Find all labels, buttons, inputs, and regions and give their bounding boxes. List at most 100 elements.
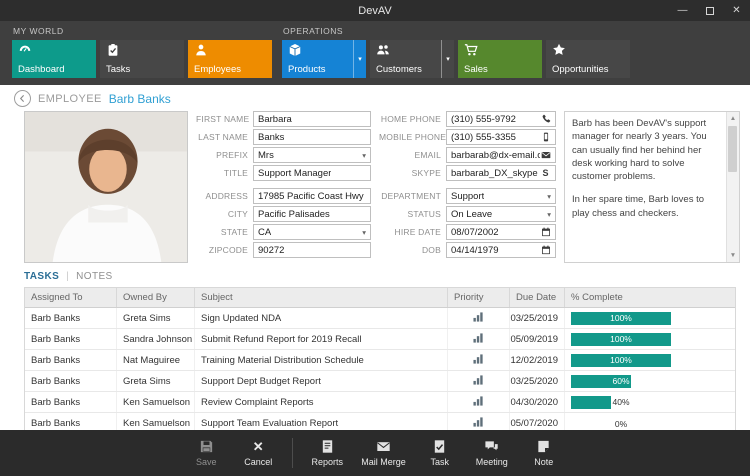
prefix-field[interactable]: Mrs▾ bbox=[253, 147, 371, 163]
column-header-due-date[interactable]: Due Date bbox=[510, 288, 565, 307]
priority-icon bbox=[448, 413, 510, 430]
tile-tasks[interactable]: Tasks bbox=[100, 40, 184, 78]
sales-icon bbox=[464, 43, 478, 57]
column-header-assigned-to[interactable]: Assigned To bbox=[25, 288, 117, 307]
tile-label: Employees bbox=[194, 65, 268, 75]
cell-owned-by: Nat Maguiree bbox=[117, 350, 195, 370]
last-name-field[interactable]: Banks bbox=[253, 129, 371, 145]
scrollbar-thumb[interactable] bbox=[728, 126, 737, 172]
record-type-label: EMPLOYEE bbox=[38, 93, 102, 105]
column-header-priority[interactable]: Priority bbox=[448, 288, 510, 307]
cell-percent-complete: 100% bbox=[565, 329, 735, 349]
mobile-phone-icon[interactable] bbox=[540, 132, 551, 143]
chevron-down-icon[interactable]: ▾ bbox=[362, 228, 366, 237]
cell-owned-by: Ken Samuelson bbox=[117, 413, 195, 430]
minimize-icon: — bbox=[678, 5, 688, 16]
report-icon bbox=[320, 439, 335, 454]
column-header-subject[interactable]: Subject bbox=[195, 288, 448, 307]
zipcode-field[interactable]: 90272 bbox=[253, 242, 371, 258]
hire-date-field[interactable]: 08/07/2002 bbox=[446, 224, 556, 240]
email-icon[interactable] bbox=[540, 150, 551, 161]
tile-employees[interactable]: Employees bbox=[188, 40, 272, 78]
save-button[interactable]: Save bbox=[180, 432, 232, 474]
tile-opportunities[interactable]: Opportunities bbox=[546, 40, 630, 78]
field-label: MOBILE PHONE bbox=[379, 132, 441, 142]
chevron-down-icon[interactable]: ▾ bbox=[362, 151, 366, 160]
mobile-phone-field[interactable]: (310) 555-3355 bbox=[446, 129, 556, 145]
table-row[interactable]: Barb BanksSandra JohnsonSubmit Refund Re… bbox=[25, 329, 735, 350]
envelope-icon bbox=[376, 439, 391, 454]
app-window: DevAV — ✕ MY WORLD Dashboard Tasks bbox=[0, 0, 750, 476]
title-field[interactable]: Support Manager bbox=[253, 165, 371, 181]
city-field[interactable]: Pacific Palisades bbox=[253, 206, 371, 222]
first-name-field[interactable]: Barbara bbox=[253, 111, 371, 127]
minimize-button[interactable]: — bbox=[669, 0, 696, 21]
phone-icon[interactable] bbox=[540, 114, 551, 125]
tile-label: Dashboard bbox=[18, 65, 92, 75]
cell-percent-complete: 40% bbox=[565, 392, 735, 412]
mail-merge-button[interactable]: Mail Merge bbox=[353, 432, 414, 474]
customers-icon bbox=[376, 43, 390, 57]
cell-subject: Sign Updated NDA bbox=[195, 308, 448, 328]
calendar-icon[interactable] bbox=[540, 245, 551, 256]
dob-field[interactable]: 04/14/1979 bbox=[446, 242, 556, 258]
email-field[interactable]: barbarab@dx-email.com bbox=[446, 147, 556, 163]
maximize-button[interactable] bbox=[696, 0, 723, 21]
table-row[interactable]: Barb BanksNat MaguireeTraining Material … bbox=[25, 350, 735, 371]
close-button[interactable]: ✕ bbox=[723, 0, 750, 21]
scroll-up-icon[interactable]: ▲ bbox=[730, 114, 736, 123]
tile-dashboard[interactable]: Dashboard bbox=[12, 40, 96, 78]
ribbon-group-operations: OPERATIONS Products ▾ Customers ▾ Sales bbox=[282, 23, 630, 85]
table-row[interactable]: Barb BanksKen SamuelsonReview Complaint … bbox=[25, 392, 735, 413]
cell-assigned-to: Barb Banks bbox=[25, 371, 117, 391]
field-label: PREFIX bbox=[196, 150, 248, 160]
table-row[interactable]: Barb BanksGreta SimsSupport Dept Budget … bbox=[25, 371, 735, 392]
group-label: OPERATIONS bbox=[283, 26, 630, 36]
home-phone-field[interactable]: (310) 555-9792 bbox=[446, 111, 556, 127]
cell-percent-complete: 100% bbox=[565, 350, 735, 370]
calendar-icon[interactable] bbox=[540, 227, 551, 238]
employees-icon bbox=[194, 43, 208, 57]
cancel-button[interactable]: ✕ Cancel bbox=[232, 432, 284, 474]
field-label: HIRE DATE bbox=[379, 227, 441, 237]
column-header-owned-by[interactable]: Owned By bbox=[117, 288, 195, 307]
form-column-left: FIRST NAME Barbara LAST NAME Banks PREFI… bbox=[196, 111, 371, 263]
priority-icon bbox=[448, 329, 510, 349]
form-column-right: HOME PHONE (310) 555-9792 MOBILE PHONE (… bbox=[379, 111, 556, 263]
cell-assigned-to: Barb Banks bbox=[25, 308, 117, 328]
products-dropdown-arrow[interactable]: ▾ bbox=[353, 40, 366, 78]
chevron-down-icon[interactable]: ▾ bbox=[547, 192, 551, 201]
field-label: TITLE bbox=[196, 168, 248, 178]
status-field[interactable]: On Leave▾ bbox=[446, 206, 556, 222]
cell-due-date: 05/09/2019 bbox=[510, 329, 565, 349]
skype-field[interactable]: barbarab_DX_skype S bbox=[446, 165, 556, 181]
tile-products[interactable]: Products ▾ bbox=[282, 40, 366, 78]
customers-dropdown-arrow[interactable]: ▾ bbox=[441, 40, 454, 78]
field-label: ADDRESS bbox=[196, 191, 248, 201]
meeting-button[interactable]: Meeting bbox=[466, 432, 518, 474]
reports-button[interactable]: Reports bbox=[301, 432, 353, 474]
cell-subject: Training Material Distribution Schedule bbox=[195, 350, 448, 370]
field-label: STATUS bbox=[379, 209, 441, 219]
table-row[interactable]: Barb BanksKen SamuelsonSupport Team Eval… bbox=[25, 413, 735, 430]
tile-customers[interactable]: Customers ▾ bbox=[370, 40, 454, 78]
cell-percent-complete: 60% bbox=[565, 371, 735, 391]
address-field[interactable]: 17985 Pacific Coast Hwy bbox=[253, 188, 371, 204]
column-header-complete[interactable]: % Complete bbox=[565, 288, 735, 307]
task-button[interactable]: Task bbox=[414, 432, 466, 474]
cell-due-date: 03/25/2020 bbox=[510, 371, 565, 391]
chevron-down-icon[interactable]: ▾ bbox=[547, 210, 551, 219]
note-button[interactable]: Note bbox=[518, 432, 570, 474]
tab-tasks[interactable]: TASKS bbox=[24, 271, 59, 282]
scroll-down-icon[interactable]: ▼ bbox=[730, 251, 736, 260]
back-button[interactable] bbox=[14, 90, 31, 107]
state-field[interactable]: CA▾ bbox=[253, 224, 371, 240]
skype-icon[interactable]: S bbox=[540, 168, 551, 179]
department-field[interactable]: Support▾ bbox=[446, 188, 556, 204]
table-row[interactable]: Barb BanksGreta SimsSign Updated NDA03/2… bbox=[25, 308, 735, 329]
titlebar: DevAV — ✕ bbox=[0, 0, 750, 21]
tab-notes[interactable]: NOTES bbox=[76, 271, 112, 282]
priority-icon bbox=[448, 308, 510, 328]
tile-sales[interactable]: Sales bbox=[458, 40, 542, 78]
employee-photo bbox=[24, 111, 188, 263]
